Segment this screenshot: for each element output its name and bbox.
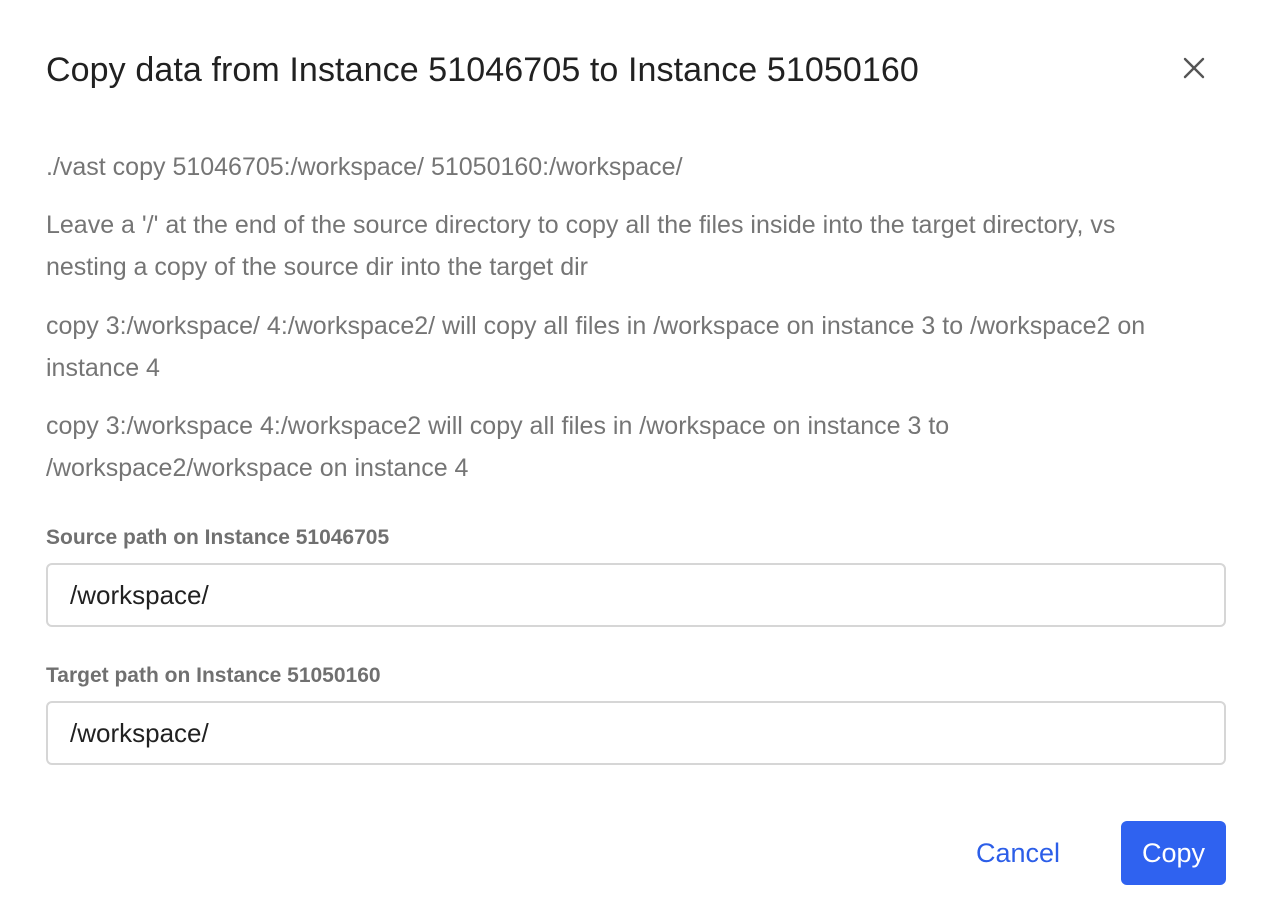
help-text-example-with-slash: copy 3:/workspace/ 4:/workspace2/ will c… <box>46 312 1146 382</box>
close-icon <box>1183 57 1205 79</box>
close-button[interactable] <box>1172 46 1216 90</box>
copy-data-dialog: Copy data from Instance 51046705 to Inst… <box>0 0 1270 921</box>
source-path-label: Source path on Instance 51046705 <box>46 526 390 549</box>
help-text-trailing-slash: Leave a '/' at the end of the source dir… <box>46 211 1116 281</box>
source-path-input[interactable] <box>46 563 1226 627</box>
help-text-example-without-slash: copy 3:/workspace 4:/workspace2 will cop… <box>46 412 950 482</box>
target-path-label: Target path on Instance 51050160 <box>46 664 381 687</box>
copy-command-text: ./vast copy 51046705:/workspace/ 5105016… <box>46 153 683 181</box>
cancel-button[interactable]: Cancel <box>952 821 1084 885</box>
target-path-input[interactable] <box>46 701 1226 765</box>
copy-button[interactable]: Copy <box>1121 821 1226 885</box>
dialog-title: Copy data from Instance 51046705 to Inst… <box>46 51 919 89</box>
